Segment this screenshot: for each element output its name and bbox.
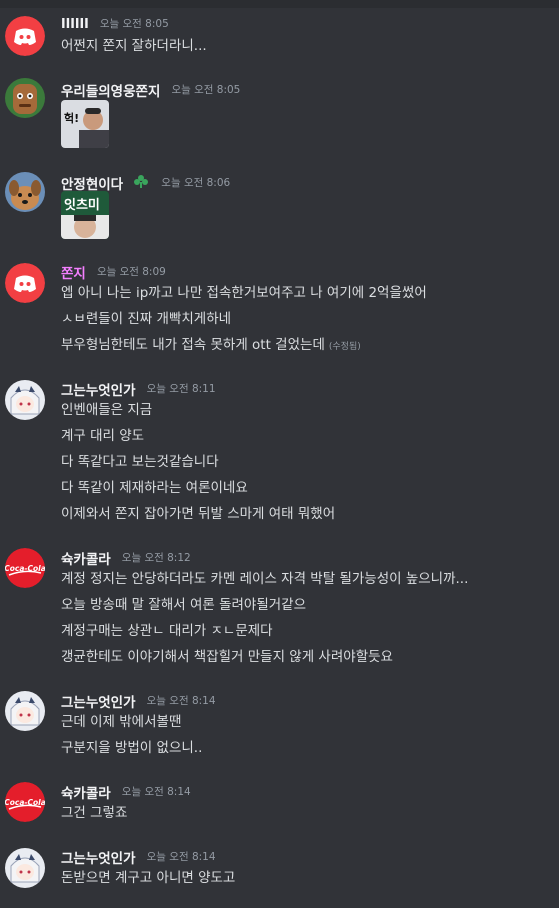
- username[interactable]: 안정현이다: [61, 173, 123, 193]
- message-header: llllll 오늘 오전 8:05: [61, 13, 169, 33]
- sticker-caption: 잇츠미: [64, 197, 100, 213]
- message-text: 다 똑같다고 보는것같습니다: [61, 454, 219, 470]
- dog-avatar[interactable]: [5, 172, 45, 212]
- message-text: 이제와서 쫀지 잡아가면 뒤발 스마게 여태 뭐했어: [61, 506, 336, 522]
- message-text: 그건 그렇죠: [61, 805, 128, 821]
- logo-text: Coca-Cola: [5, 798, 45, 807]
- message-text: 다 똑같이 제재하라는 여론이네요: [61, 480, 248, 496]
- message-header: 우리들의영웅쫀지 오늘 오전 8:05: [61, 79, 241, 100]
- message-text: 구분지을 방법이 없으니..: [61, 740, 203, 756]
- username[interactable]: 그는누엇인가: [61, 379, 136, 399]
- message-text: 근데 이제 밖에서볼땐: [61, 714, 182, 730]
- username[interactable]: 그는누엇인가: [61, 847, 136, 867]
- username[interactable]: 우리들의영웅쫀지: [61, 80, 160, 100]
- anime-girl-avatar[interactable]: [5, 380, 45, 420]
- username[interactable]: llllll: [61, 16, 89, 32]
- message-header: 쫀지 오늘 오전 8:09: [61, 261, 166, 282]
- message-text: 오늘 방송때 말 잘해서 여론 돌려야될거같으: [61, 597, 307, 613]
- message-text: 부우형님한테도 내가 접속 못하게 ott 걸었는데 (수정됨): [61, 335, 361, 355]
- message-header: 안정현이다 오늘 오전 8:06: [61, 172, 231, 193]
- sticker-image[interactable]: 헉!: [61, 100, 109, 148]
- timestamp: 오늘 오전 8:06: [161, 177, 231, 189]
- message-text: 어쩐지 쫀지 잘하더라니...: [61, 38, 207, 54]
- discord-logo-icon[interactable]: [5, 263, 45, 303]
- message-header: 그는누엇인가 오늘 오전 8:14: [61, 690, 216, 711]
- timestamp: 오늘 오전 8:09: [96, 266, 166, 278]
- sticker-caption: 헉!: [64, 111, 79, 125]
- clover-icon: [132, 173, 150, 193]
- timestamp: 오늘 오전 8:05: [171, 84, 241, 96]
- top-divider: [0, 0, 559, 8]
- sticker-image[interactable]: 잇츠미: [61, 191, 109, 239]
- anime-girl-avatar[interactable]: [5, 691, 45, 731]
- message-text: 인벤애들은 지금: [61, 402, 153, 418]
- message-text: 계구 대리 양도: [61, 428, 145, 444]
- message-header: 슉카콜라 오늘 오전 8:12: [61, 547, 191, 568]
- username[interactable]: 슉카콜라: [61, 782, 111, 802]
- username[interactable]: 그는누엇인가: [61, 691, 136, 711]
- message-text: 돈받으면 계구고 아니면 양도고: [61, 870, 236, 886]
- message-header: 슉카콜라 오늘 오전 8:14: [61, 781, 191, 802]
- discord-logo-icon[interactable]: [5, 16, 45, 56]
- message-text: 엡 아니 나는 ip까고 나만 접속한거보여주고 나 여기에 2억을썼어: [61, 285, 427, 301]
- username[interactable]: 슉카콜라: [61, 548, 111, 568]
- timestamp: 오늘 오전 8:12: [121, 552, 191, 564]
- message-text: 계정 정지는 안당하더라도 카멘 레이스 자격 박탈 될가능성이 높으니까...: [61, 571, 469, 587]
- message-text: 갱균한테도 이야기해서 책잡힐거 만들지 않게 사려야할듯요: [61, 649, 393, 665]
- coca-cola-logo[interactable]: Coca-Cola: [5, 782, 45, 822]
- brown-character-avatar[interactable]: [5, 78, 45, 118]
- edited-tag: (수정됨): [328, 342, 361, 352]
- anime-girl-avatar[interactable]: [5, 848, 45, 888]
- logo-text: Coca-Cola: [5, 564, 45, 573]
- timestamp: 오늘 오전 8:14: [146, 851, 216, 863]
- timestamp: 오늘 오전 8:14: [121, 786, 191, 798]
- message-header: 그는누엇인가 오늘 오전 8:11: [61, 378, 216, 399]
- message-header: 그는누엇인가 오늘 오전 8:14: [61, 846, 216, 867]
- timestamp: 오늘 오전 8:14: [146, 695, 216, 707]
- coca-cola-logo[interactable]: Coca-Cola: [5, 548, 45, 588]
- message-text: ㅅㅂ련들이 진짜 개빡치게하네: [61, 311, 232, 327]
- timestamp: 오늘 오전 8:05: [99, 18, 169, 30]
- timestamp: 오늘 오전 8:11: [146, 383, 216, 395]
- message-text-content: 부우형님한테도 내가 접속 못하게 ott 걸었는데: [61, 337, 325, 353]
- message-text: 계정구매는 상관ㄴ 대리가 ㅈㄴ문제다: [61, 623, 273, 639]
- username[interactable]: 쫀지: [61, 262, 86, 282]
